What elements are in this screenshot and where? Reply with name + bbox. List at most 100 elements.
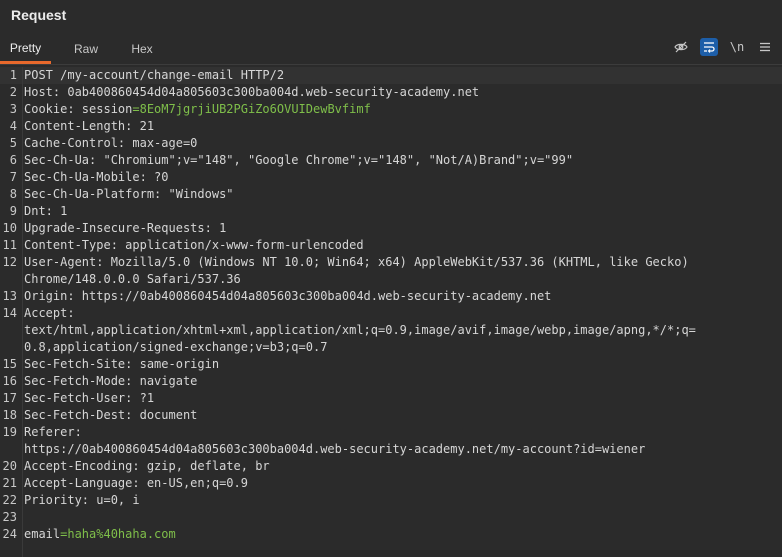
code-line: 15 Sec-Fetch-Site: same-origin	[0, 356, 782, 373]
code-line: 23	[0, 509, 782, 526]
code-line: 17 Sec-Fetch-User: ?1	[0, 390, 782, 407]
eye-off-icon[interactable]	[672, 38, 690, 56]
line-content: text/html,application/xhtml+xml,applicat…	[24, 323, 696, 337]
param-equals: =	[132, 102, 140, 116]
line-content	[24, 509, 782, 526]
line-content: Chrome/148.0.0.0 Safari/537.36	[24, 272, 241, 286]
line-number: 19	[2, 425, 17, 439]
code-line: 7 Sec-Ch-Ua-Mobile: ?0	[0, 169, 782, 186]
line-content: Upgrade-Insecure-Requests: 1	[24, 221, 227, 235]
line-content: Accept-Encoding: gzip, deflate, br	[24, 459, 270, 473]
line-number: 13	[2, 289, 17, 303]
line-number: 16	[2, 374, 17, 388]
line-content: Accept:	[24, 306, 75, 320]
line-content: Dnt: 1	[24, 204, 68, 218]
code-line: 16 Sec-Fetch-Mode: navigate	[0, 373, 782, 390]
code-line: 21 Accept-Language: en-US,en;q=0.9	[0, 475, 782, 492]
line-content: Cookie: session=8EoM7jgrjiUB2PGiZo6OVUID…	[24, 101, 782, 118]
code-line: 4 Content-Length: 21	[0, 118, 782, 135]
line-content: Origin: https://0ab400860454d04a805603c3…	[24, 289, 552, 303]
line-number	[0, 441, 24, 458]
line-content: Accept-Language: en-US,en;q=0.9	[24, 476, 248, 490]
code-line: 12 User-Agent: Mozilla/5.0 (Windows NT 10…	[0, 254, 782, 271]
line-number: 1	[9, 68, 17, 82]
code-line: 14 Accept:	[0, 305, 782, 322]
line-content: Sec-Fetch-Mode: navigate	[24, 374, 198, 388]
code-line: 24 email=haha%40haha.com	[0, 526, 782, 543]
line-number	[0, 322, 24, 339]
line-number: 2	[9, 85, 17, 99]
code-line: 13 Origin: https://0ab400860454d04a805603…	[0, 288, 782, 305]
line-number: 22	[2, 493, 17, 507]
line-number: 23	[2, 510, 17, 524]
line-content: https://0ab400860454d04a805603c300ba004d…	[24, 442, 646, 456]
code-line: 3 Cookie: session=8EoM7jgrjiUB2PGiZo6OVUI…	[0, 101, 782, 118]
view-tabbar: Pretty Raw Hex \n	[0, 30, 782, 65]
line-content: Sec-Fetch-User: ?1	[24, 391, 155, 405]
line-content: POST /my-account/change-email HTTP/2	[24, 68, 285, 82]
line-content: Content-Length: 21	[24, 119, 155, 133]
editor-toolbar: \n	[672, 36, 774, 58]
line-content: 0.8,application/signed-exchange;v=b3;q=0…	[24, 340, 328, 354]
line-number	[0, 339, 24, 356]
code-line: 0.8,application/signed-exchange;v=b3;q=0…	[0, 339, 782, 356]
line-number: 5	[9, 136, 17, 150]
code-line: 6 Sec-Ch-Ua: "Chromium";v="148", "Google …	[0, 152, 782, 169]
line-content: Host: 0ab400860454d04a805603c300ba004d.w…	[24, 85, 480, 99]
line-content: Sec-Fetch-Site: same-origin	[24, 357, 220, 371]
tab-pretty[interactable]: Pretty	[0, 34, 51, 64]
code-line: text/html,application/xhtml+xml,applicat…	[0, 322, 782, 339]
code-line: 22 Priority: u=0, i	[0, 492, 782, 509]
param-value: haha%40haha.com	[67, 527, 176, 541]
line-number: 20	[2, 459, 17, 473]
line-number	[0, 271, 24, 288]
line-content: User-Agent: Mozilla/5.0 (Windows NT 10.0…	[24, 255, 689, 269]
line-content: Referer:	[24, 425, 82, 439]
tab-raw[interactable]: Raw	[56, 34, 116, 64]
code-line: 11 Content-Type: application/x-www-form-u…	[0, 237, 782, 254]
show-newlines-toggle[interactable]: \n	[728, 38, 746, 56]
line-number: 12	[2, 255, 17, 269]
param-value: 8EoM7jgrjiUB2PGiZo6OVUIDewBvfimf	[139, 102, 371, 116]
line-number: 8	[9, 187, 17, 201]
code-line: 19 Referer:	[0, 424, 782, 441]
line-number: 14	[2, 306, 17, 320]
line-number: 24	[2, 527, 17, 541]
line-content: Content-Type: application/x-www-form-url…	[24, 238, 364, 252]
line-content: Priority: u=0, i	[24, 493, 140, 507]
code-line: 20 Accept-Encoding: gzip, deflate, br	[0, 458, 782, 475]
line-content: Sec-Ch-Ua-Mobile: ?0	[24, 170, 169, 184]
tab-hex[interactable]: Hex	[121, 34, 163, 64]
word-wrap-icon[interactable]	[700, 38, 718, 56]
code-line: https://0ab400860454d04a805603c300ba004d…	[0, 441, 782, 458]
menu-icon[interactable]	[756, 38, 774, 56]
code-line: 9 Dnt: 1	[0, 203, 782, 220]
line-content: email=haha%40haha.com	[24, 526, 782, 543]
line-number: 9	[9, 204, 17, 218]
code-line: 18 Sec-Fetch-Dest: document	[0, 407, 782, 424]
line-number: 3	[9, 102, 17, 116]
gutter-divider	[22, 67, 23, 557]
line-number: 6	[9, 153, 17, 167]
line-number: 4	[9, 119, 17, 133]
code-line: 1 POST /my-account/change-email HTTP/2	[0, 67, 782, 84]
panel-header: Request	[0, 0, 782, 30]
code-line: 5 Cache-Control: max-age=0	[0, 135, 782, 152]
code-line: 2 Host: 0ab400860454d04a805603c300ba004d.…	[0, 84, 782, 101]
line-number: 7	[9, 170, 17, 184]
line-number: 21	[2, 476, 17, 490]
line-content: Sec-Ch-Ua: "Chromium";v="148", "Google C…	[24, 153, 574, 167]
param-name: email	[24, 527, 61, 541]
code-line: Chrome/148.0.0.0 Safari/537.36	[0, 271, 782, 288]
line-number: 10	[2, 221, 17, 235]
line-content: Sec-Ch-Ua-Platform: "Windows"	[24, 187, 234, 201]
request-editor[interactable]: 1 POST /my-account/change-email HTTP/2 2 Ho…	[0, 67, 782, 557]
line-content: Cache-Control: max-age=0	[24, 136, 198, 150]
panel-title: Request	[11, 7, 67, 23]
line-number: 11	[2, 238, 17, 252]
line-content: Sec-Fetch-Dest: document	[24, 408, 198, 422]
line-number: 18	[2, 408, 17, 422]
code-line: 8 Sec-Ch-Ua-Platform: "Windows"	[0, 186, 782, 203]
line-number: 17	[2, 391, 17, 405]
code-line: 10 Upgrade-Insecure-Requests: 1	[0, 220, 782, 237]
